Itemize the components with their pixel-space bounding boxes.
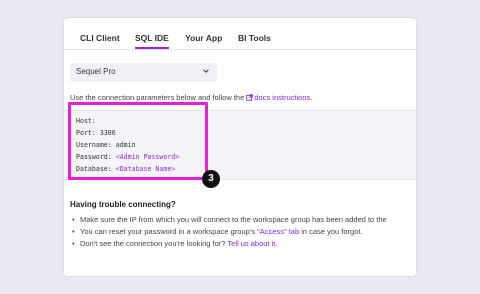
bullet-text: Make sure the IP from which you will con… [80,215,387,224]
tab-bi-tools[interactable]: BI Tools [238,33,271,43]
tell-us-link[interactable]: Tell us about it. [227,239,277,248]
tab-your-app[interactable]: Your App [185,33,222,43]
list-item: Don't see the connection you're looking … [70,239,416,251]
chevron-down-icon [203,69,209,73]
docs-link-label: docs instructions [254,93,311,102]
tab-cli-client[interactable]: CLI Client [80,33,120,43]
client-select[interactable]: Sequel Pro [70,63,217,82]
access-tab-link[interactable]: "Access" tab [257,227,299,236]
instructions-prefix: Use the connection parameters below and … [70,93,245,102]
external-link-icon [246,94,254,101]
trouble-heading: Having trouble connecting? [70,200,176,209]
list-item: Make sure the IP from which you will con… [70,215,416,227]
list-item: You can reset your password in a workspa… [70,227,416,239]
tab-bar: CLI Client SQL IDE Your App BI Tools [64,18,416,50]
instructions-text: Use the connection parameters below and … [70,93,312,102]
docs-link[interactable]: docs instructions [246,93,310,102]
bullet-text: in case you forgot. [301,227,363,236]
bullet-text: You can reset your password in a workspa… [80,227,256,236]
step-badge: 3 [202,170,220,188]
tab-sql-ide[interactable]: SQL IDE [135,33,169,49]
highlight-box [68,102,208,180]
instructions-suffix: . [310,93,313,102]
client-select-value: Sequel Pro [76,67,116,76]
bullet-text: Don't see the connection you're looking … [80,239,226,248]
trouble-list: Make sure the IP from which you will con… [70,215,416,251]
